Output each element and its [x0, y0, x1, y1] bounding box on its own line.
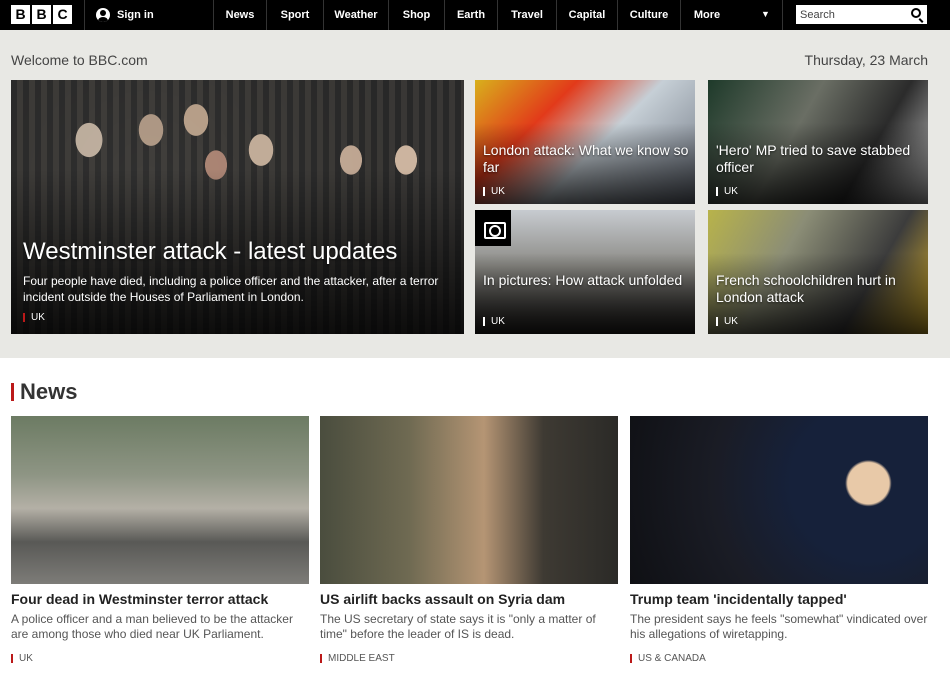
story-tag[interactable]: MIDDLE EAST	[320, 653, 395, 664]
logo-letter: C	[53, 5, 72, 24]
hero-card[interactable]: In pictures: How attack unfolded UK	[475, 210, 695, 334]
hero-card-tag[interactable]: UK	[483, 316, 505, 327]
story-tag[interactable]: UK	[11, 653, 33, 664]
story-summary: The US secretary of state says it is "on…	[320, 612, 596, 641]
nav-culture[interactable]: Culture	[618, 0, 680, 30]
divider	[782, 0, 783, 30]
story-image[interactable]	[11, 416, 309, 584]
hero-card-tag[interactable]: UK	[716, 316, 738, 327]
top-navigation-bar: B B C Sign in News Sport Weather Shop Ea…	[0, 0, 950, 30]
news-story[interactable]: Four dead in Westminster terror attack A…	[11, 416, 309, 664]
logo-letter: B	[11, 5, 30, 24]
hero-card[interactable]: 'Hero' MP tried to save stabbed officer …	[708, 80, 928, 204]
date-text: Thursday, 23 March	[804, 52, 928, 68]
nav-weather[interactable]: Weather	[324, 0, 388, 30]
welcome-text: Welcome to BBC.com	[11, 52, 148, 68]
story-summary: The president says he feels "somewhat" v…	[630, 612, 928, 641]
story-image[interactable]	[630, 416, 928, 584]
section-accent-bar	[11, 383, 14, 401]
nav-travel[interactable]: Travel	[498, 0, 556, 30]
search-box	[796, 5, 927, 25]
story-title[interactable]: Four dead in Westminster terror attack	[11, 591, 309, 607]
hero-card[interactable]: London attack: What we know so far UK	[475, 80, 695, 204]
search-icon[interactable]	[911, 8, 921, 18]
nav-more[interactable]: More	[681, 0, 733, 30]
story-title[interactable]: US airlift backs assault on Syria dam	[320, 591, 618, 607]
story-title[interactable]: Trump team 'incidentally tapped'	[630, 591, 928, 607]
hero-card-tag[interactable]: UK	[716, 186, 738, 197]
hero-card-title[interactable]: 'Hero' MP tried to save stabbed officer	[716, 142, 922, 176]
bbc-logo[interactable]: B B C	[11, 5, 72, 24]
sign-in-label: Sign in	[117, 9, 154, 21]
story-summary: A police officer and a man believed to b…	[11, 612, 293, 641]
user-icon	[96, 8, 110, 22]
hero-main-tag[interactable]: UK	[23, 312, 45, 323]
story-image[interactable]	[320, 416, 618, 584]
divider	[84, 0, 85, 30]
hero-card-title[interactable]: French schoolchildren hurt in London att…	[716, 272, 922, 306]
image-shade	[475, 253, 695, 334]
hero-card[interactable]: French schoolchildren hurt in London att…	[708, 210, 928, 334]
hero-main-title[interactable]: Westminster attack - latest updates	[23, 238, 397, 267]
hero-card-title[interactable]: London attack: What we know so far	[483, 142, 689, 176]
story-tag[interactable]: US & CANADA	[630, 653, 706, 664]
news-story[interactable]: Trump team 'incidentally tapped' The pre…	[630, 416, 928, 664]
hero-main-story[interactable]: Westminster attack - latest updates Four…	[11, 80, 464, 334]
nav-sport[interactable]: Sport	[267, 0, 323, 30]
nav-earth[interactable]: Earth	[445, 0, 497, 30]
nav-capital[interactable]: Capital	[557, 0, 617, 30]
nav-news[interactable]: News	[214, 0, 266, 30]
hero-main-summary: Four people have died, including a polic…	[23, 274, 439, 305]
camera-icon	[475, 210, 511, 246]
sign-in-button[interactable]: Sign in	[96, 0, 154, 30]
search-input[interactable]	[796, 5, 904, 25]
hero-card-title[interactable]: In pictures: How attack unfolded	[483, 272, 689, 289]
chevron-down-icon[interactable]: ▼	[761, 9, 770, 19]
news-section-heading[interactable]: News	[20, 379, 77, 405]
nav-shop[interactable]: Shop	[389, 0, 444, 30]
hero-card-tag[interactable]: UK	[483, 186, 505, 197]
logo-letter: B	[32, 5, 51, 24]
news-story[interactable]: US airlift backs assault on Syria dam Th…	[320, 416, 618, 664]
